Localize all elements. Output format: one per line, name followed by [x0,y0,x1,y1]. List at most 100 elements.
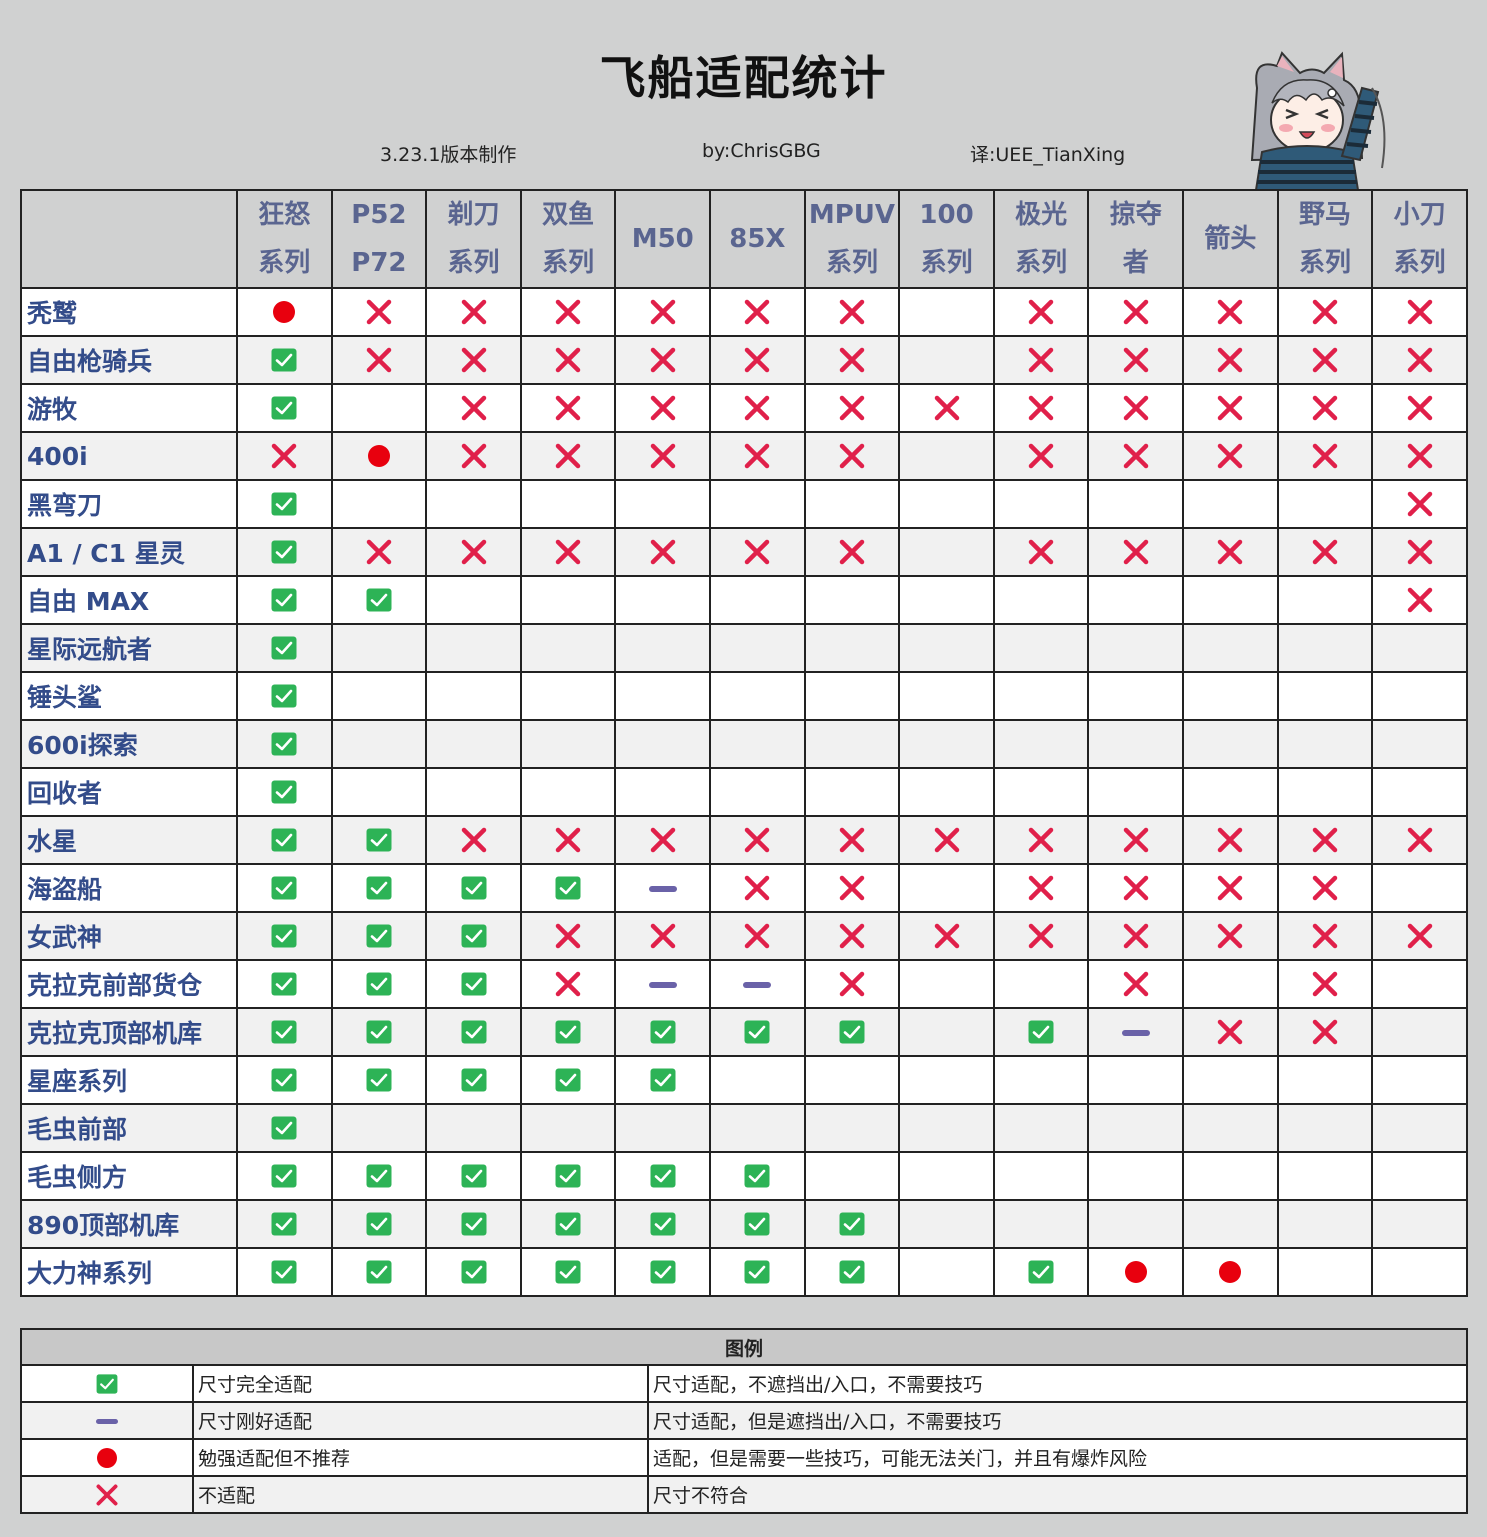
column-header-line1: 野马 [1299,200,1352,230]
fit-cell [1182,431,1279,481]
cross-icon [934,395,959,421]
fit-cell [1182,383,1279,433]
fit-cell [1371,431,1468,481]
cross-icon [839,395,865,421]
cat-ear-anime-girl-icon [1250,51,1386,190]
cross-icon [555,347,581,373]
fit-cell [236,863,333,913]
fit-cell [614,671,712,721]
column-header-line1: 剃刀 [447,200,500,230]
fit-cell [992,815,1090,865]
check-icon [839,1212,865,1236]
cross-icon [461,443,486,469]
fit-cell [898,383,995,433]
fit-cell [1182,1199,1279,1249]
column-header: 野马 系列 [1276,189,1374,289]
fit-cell [1182,863,1279,913]
cross-icon [745,923,770,949]
fit-cell [709,911,806,961]
cross-icon [1312,923,1338,949]
fit-cell [803,1055,901,1105]
cross-icon [1407,347,1432,373]
column-header: MPUV 系列 [803,189,901,289]
column-header-line1: MPUV [808,200,896,230]
fit-cell [425,863,522,913]
fit-cell [992,527,1090,577]
fit-cell [803,671,901,721]
check-icon [271,492,297,516]
fit-cell [614,863,712,913]
fit-cell [236,959,333,1009]
fit-cell [709,671,806,721]
fit-cell [236,1103,333,1153]
fit-cell [614,959,712,1009]
fit-cell [1087,527,1185,577]
check-icon [366,972,392,996]
fit-cell [898,719,995,769]
fit-cell [992,1199,1090,1249]
cross-icon [1218,875,1243,901]
table-row: 890顶部机库 [20,1199,1468,1249]
version-note: 3.23.1版本制作 [380,144,517,166]
fit-cell [1371,383,1468,433]
fit-cell [709,1007,806,1057]
check-icon [461,876,487,900]
check-icon [1028,1260,1054,1284]
fit-cell [1182,767,1279,817]
fit-cell [1371,911,1468,961]
legend-label: 不适配 [192,1475,649,1514]
fit-cell [614,1247,712,1297]
fit-cell [330,287,428,337]
fit-cell [1087,863,1185,913]
fit-cell [1276,623,1374,673]
fit-cell [992,1247,1090,1297]
fit-cell [425,719,522,769]
fit-cell [1276,1199,1374,1249]
column-header-line2: 系列 [542,248,595,278]
fit-cell [330,479,428,529]
cross-icon [461,347,486,373]
fit-cell [1276,335,1374,385]
fit-cell [1371,1055,1468,1105]
fit-cell [1371,527,1468,577]
fit-cell [803,959,901,1009]
fit-cell [236,527,333,577]
cross-icon [1218,395,1243,421]
fit-cell [992,431,1090,481]
fit-cell [519,815,617,865]
fit-cell [519,335,617,385]
fit-cell [898,575,995,625]
fit-cell [1276,1247,1374,1297]
fit-cell [1087,1103,1185,1153]
column-header-line1: 85X [729,224,786,254]
fit-cell [709,335,806,385]
cross-icon [745,443,770,469]
fit-cell [803,335,901,385]
column-header-line1: P52 [351,200,407,230]
check-icon [271,636,297,660]
fit-cell [992,863,1090,913]
fit-cell [614,1055,712,1105]
fit-cell [709,767,806,817]
fit-cell [236,287,333,337]
fit-cell [1087,911,1185,961]
fit-cell [1182,623,1279,673]
check-icon [366,1020,392,1044]
fit-cell [330,1199,428,1249]
column-header-line2: 系列 [825,248,878,278]
cross-icon [1123,299,1149,325]
table-row: 女武神 [20,911,1468,961]
fit-cell [425,671,522,721]
fit-cell [709,287,806,337]
column-header-line1: 双鱼 [542,200,595,230]
fit-cell [898,287,995,337]
check-icon [271,1116,297,1140]
table-row: 海盗船 [20,863,1468,913]
fit-cell [519,1103,617,1153]
legend-label: 勉强适配但不推荐 [192,1438,649,1477]
check-icon [839,1260,865,1284]
fit-cell [1276,815,1374,865]
fit-cell [709,1247,806,1297]
cross-icon [1407,491,1432,517]
table-row: 星座系列 [20,1055,1468,1105]
